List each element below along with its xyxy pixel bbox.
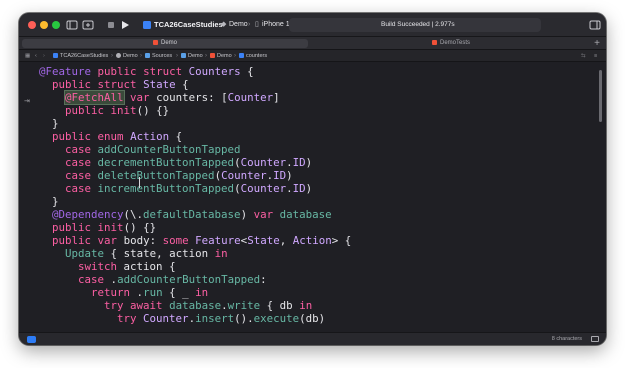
code-line[interactable]: case incrementButtonTapped(Counter.ID) xyxy=(39,182,351,195)
tab-label: Demo xyxy=(160,40,177,46)
chevron-right-icon: › xyxy=(205,53,207,59)
chevron-right-icon: › xyxy=(176,53,178,59)
sidebar-icon[interactable] xyxy=(66,18,78,32)
code-line[interactable]: public init() {} xyxy=(39,104,351,117)
scheme-icon: ◆ xyxy=(221,21,227,28)
tab-label: DemoTests xyxy=(439,40,470,46)
change-indicator-icon: ⇥ xyxy=(24,98,30,105)
code-line[interactable]: Update { state, action in xyxy=(39,247,351,260)
chevron-right-icon: › xyxy=(248,21,251,28)
breadcrumb-label: Sources xyxy=(152,53,173,59)
minimap-icon[interactable] xyxy=(591,336,599,342)
project-name[interactable]: TCA26CaseStudies xyxy=(154,19,223,31)
back-icon[interactable]: ‹ xyxy=(35,50,37,62)
stop-icon[interactable] xyxy=(106,18,116,32)
zoom-window-button[interactable] xyxy=(52,21,60,29)
code-line[interactable]: @Feature public struct Counters { xyxy=(39,65,351,78)
run-icon[interactable] xyxy=(120,18,130,32)
code-line[interactable]: return .run { _ in xyxy=(39,286,351,299)
swift-file-icon xyxy=(152,39,158,45)
chevron-right-icon: › xyxy=(234,53,236,59)
add-icon[interactable] xyxy=(82,18,94,32)
code-line[interactable]: public struct State { xyxy=(39,78,351,91)
debug-area-toggle-icon[interactable] xyxy=(27,336,36,343)
code-line[interactable]: public enum Action { xyxy=(39,130,351,143)
breadcrumb-label: counters xyxy=(246,53,268,59)
swift-project-icon xyxy=(143,18,151,32)
swift-file-icon xyxy=(431,39,437,45)
status-bar: 8 characters xyxy=(19,332,606,345)
text-cursor xyxy=(139,177,140,188)
breadcrumb-target[interactable]: Demo xyxy=(116,50,138,62)
jump-bar: ▦ ‹ › TCA26CaseStudies › Demo › Sources … xyxy=(19,50,606,62)
tab-demo[interactable]: Demo xyxy=(22,39,308,48)
code-editor[interactable]: ⇥ @Feature public struct Counters { publ… xyxy=(19,62,606,332)
build-status-text: Build Succeeded | 2.977s xyxy=(381,21,455,28)
tab-demotests[interactable]: DemoTests xyxy=(312,39,590,48)
code-line[interactable]: public init() {} xyxy=(39,221,351,234)
minimize-window-button[interactable] xyxy=(40,21,48,29)
code-line[interactable]: case addCounterButtonTapped xyxy=(39,143,351,156)
chevron-right-icon: › xyxy=(140,53,142,59)
breadcrumb-label: TCA26CaseStudies xyxy=(60,53,109,59)
add-tab-icon[interactable]: + xyxy=(594,37,600,50)
related-items-icon[interactable]: ▦ xyxy=(25,50,30,62)
code-line[interactable]: case .addCounterButtonTapped: xyxy=(39,273,351,286)
struct-icon xyxy=(239,53,244,59)
toolbar: TCA26CaseStudies ◆ Demo › ▯ iPhone 17 Pr… xyxy=(19,13,606,37)
code-line[interactable]: switch action { xyxy=(39,260,351,273)
breadcrumb-symbol[interactable]: counters xyxy=(239,50,267,62)
forward-icon[interactable]: › xyxy=(43,50,45,62)
source-code[interactable]: @Feature public struct Counters { public… xyxy=(39,65,351,325)
breadcrumb-label: Demo xyxy=(123,53,138,59)
vertical-scrollbar[interactable] xyxy=(599,70,602,122)
close-window-button[interactable] xyxy=(28,21,36,29)
device-icon: ▯ xyxy=(255,21,259,28)
folder-icon xyxy=(145,53,150,59)
project-icon xyxy=(53,53,58,59)
breadcrumb-project[interactable]: TCA26CaseStudies xyxy=(53,50,108,62)
code-line[interactable]: @Dependency(\.defaultDatabase) var datab… xyxy=(39,208,351,221)
code-line[interactable]: } xyxy=(39,195,351,208)
inspector-icon[interactable] xyxy=(589,18,601,32)
activity-status: Build Succeeded | 2.977s xyxy=(289,18,541,32)
tab-bar: Demo DemoTests + xyxy=(19,37,606,50)
folder-icon xyxy=(181,53,186,59)
xcode-window: TCA26CaseStudies ◆ Demo › ▯ iPhone 17 Pr… xyxy=(19,13,606,345)
breadcrumb-demo-file[interactable]: Demo xyxy=(210,50,232,62)
breadcrumb-label: Demo xyxy=(188,53,203,59)
scheme-selector[interactable]: Demo xyxy=(229,19,248,31)
breadcrumb-demo-folder[interactable]: Demo xyxy=(181,50,203,62)
swift-file-icon xyxy=(210,53,215,59)
breadcrumb-label: Demo xyxy=(217,53,232,59)
code-line[interactable]: @FetchAll var counters: [Counter] xyxy=(39,90,351,105)
chevron-right-icon: › xyxy=(111,53,113,59)
selection-count: 8 characters xyxy=(551,336,582,342)
code-line[interactable]: case decrementButtonTapped(Counter.ID) xyxy=(39,156,351,169)
breadcrumb-sources[interactable]: Sources xyxy=(145,50,172,62)
adjust-editor-icon[interactable]: ⇆ xyxy=(581,50,586,62)
target-icon xyxy=(116,53,121,59)
code-line[interactable]: try Counter.insert().execute(db) xyxy=(39,312,351,325)
editor-options-icon[interactable]: ≡ xyxy=(594,50,597,62)
code-line[interactable]: } xyxy=(39,117,351,130)
code-line[interactable]: case deleteButtonTapped(Counter.ID) xyxy=(39,169,351,182)
code-line[interactable]: public var body: some Feature<State, Act… xyxy=(39,234,351,247)
code-line[interactable]: try await database.write { db in xyxy=(39,299,351,312)
